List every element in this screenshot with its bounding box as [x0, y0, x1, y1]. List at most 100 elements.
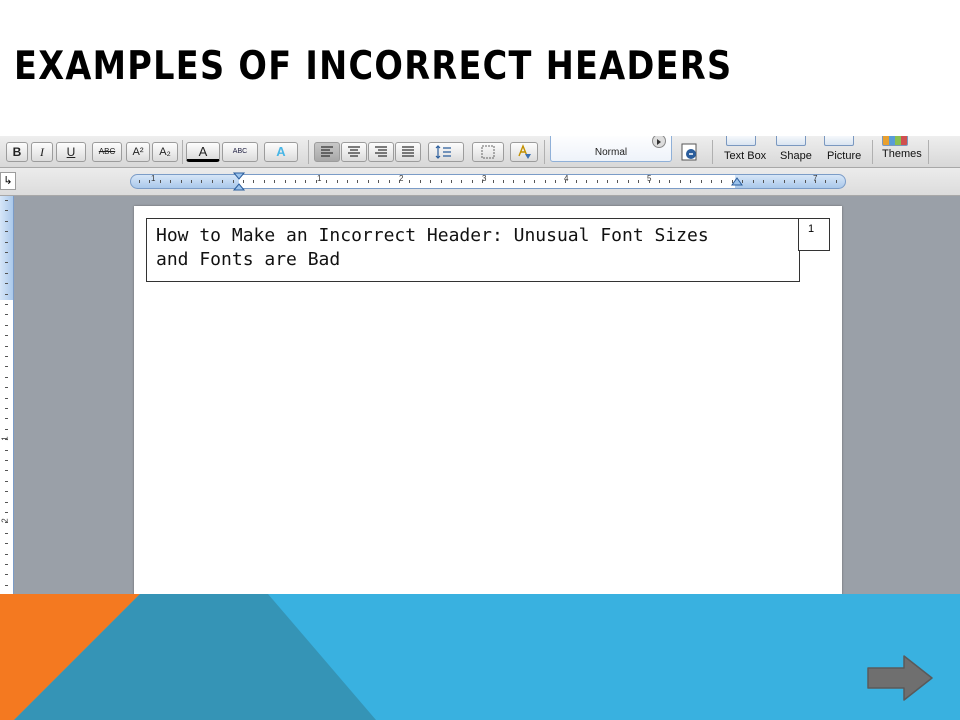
picture-button[interactable]: Picture	[827, 150, 861, 162]
ruler-tick	[149, 180, 151, 183]
styles-icon[interactable]	[680, 142, 700, 162]
next-slide-button[interactable]	[866, 654, 934, 702]
tab-selector[interactable]: ↳	[0, 172, 16, 190]
play-icon	[657, 139, 661, 145]
ruler-tick	[669, 180, 671, 183]
text-box-icon[interactable]	[726, 136, 756, 146]
ruler-tick	[284, 180, 286, 183]
themes-icon[interactable]	[882, 136, 908, 146]
align-center-button[interactable]	[341, 142, 367, 162]
styles-pane-button[interactable]	[510, 142, 538, 162]
vertical-ruler-tick	[5, 293, 8, 295]
ruler-tick	[638, 180, 640, 183]
vertical-ruler-text-area	[0, 300, 13, 594]
style-name-label: Normal	[594, 147, 628, 158]
shape-button[interactable]: Shape	[780, 150, 812, 162]
ruler-text-area	[239, 175, 735, 188]
bold-button[interactable]: B	[6, 142, 28, 162]
toolbar-divider	[544, 140, 545, 164]
ruler-tick	[139, 180, 140, 183]
ruler-tick	[721, 180, 723, 183]
ruler-tick	[159, 180, 161, 183]
align-right-button[interactable]	[368, 142, 394, 162]
line-spacing-button[interactable]	[428, 142, 464, 162]
ruler-tick	[419, 180, 421, 183]
vertical-ruler-tick	[5, 252, 8, 253]
text-box-button[interactable]: Text Box	[724, 150, 766, 162]
ruler-tick	[409, 180, 411, 183]
toolbar-divider	[872, 140, 873, 164]
ruler-tick	[783, 180, 785, 183]
align-right-icon	[375, 146, 387, 157]
ruler-tick	[201, 180, 203, 183]
ruler-tick	[752, 180, 754, 183]
vertical-ruler-tick	[5, 408, 8, 409]
ruler-tick	[232, 180, 234, 183]
vertical-ruler-tick	[5, 564, 8, 565]
ruler-tick	[555, 180, 556, 183]
document-page[interactable]: How to Make an Incorrect Header: Unusual…	[134, 206, 842, 594]
gallery-scroll-button[interactable]	[652, 136, 666, 148]
ruler-tick	[627, 180, 629, 183]
justify-button[interactable]	[395, 142, 421, 162]
subscript-button[interactable]: A₂	[152, 142, 178, 162]
horizontal-ruler-row: ↳ 1 1 2 3 4 5 7	[0, 168, 960, 196]
ruler-tick	[253, 180, 255, 183]
ruler-tick	[399, 180, 400, 183]
align-center-icon	[348, 146, 360, 157]
align-left-button[interactable]	[314, 142, 340, 162]
vertical-ruler-tick	[5, 387, 8, 389]
ruler-tick	[648, 180, 650, 183]
page-number-box[interactable]: 1	[798, 218, 830, 251]
ruler-tick	[815, 180, 816, 183]
vertical-ruler[interactable]: 1 2 3	[0, 196, 14, 594]
ruler-tick	[295, 180, 296, 183]
vertical-ruler-tick	[5, 262, 8, 264]
font-color-button[interactable]: A	[186, 142, 220, 162]
ruler-tick	[617, 180, 619, 183]
ruler-tick	[700, 180, 702, 183]
ruler-tick	[659, 180, 660, 183]
ruler-tick	[440, 180, 442, 183]
align-left-icon	[321, 146, 333, 157]
ruler-tick	[794, 180, 796, 183]
vertical-ruler-tick	[5, 231, 8, 233]
vertical-ruler-tick	[5, 491, 8, 493]
ruler-tick	[367, 180, 369, 183]
vertical-ruler-tick	[5, 356, 8, 357]
toolbar-divider	[308, 140, 309, 164]
text-styles-icon	[518, 144, 531, 159]
word-window-screenshot: B I U ABC A² A₂ A ABC A Normal Text Box …	[0, 136, 960, 594]
ruler-tick	[742, 180, 744, 183]
vertical-ruler-tick	[5, 283, 8, 285]
themes-button[interactable]: Themes	[882, 148, 922, 160]
ruler-tick	[773, 180, 775, 183]
italic-button[interactable]: I	[31, 142, 53, 162]
ruler-tick	[274, 180, 276, 183]
header-text-box[interactable]: How to Make an Incorrect Header: Unusual…	[146, 218, 800, 282]
ruler-tick	[180, 180, 182, 183]
picture-icon[interactable]	[824, 136, 854, 146]
horizontal-ruler[interactable]: 1 1 2 3 4 5 7	[130, 172, 846, 191]
borders-button[interactable]	[472, 142, 504, 162]
ruler-tick	[607, 180, 608, 183]
ruler-tick	[825, 180, 827, 183]
text-effects-button[interactable]: A	[264, 142, 298, 162]
underline-button[interactable]: U	[56, 142, 86, 162]
ruler-tick	[679, 180, 681, 183]
strikethrough-button[interactable]: ABC	[92, 142, 122, 162]
ruler-tick	[357, 180, 359, 183]
shape-icon[interactable]	[776, 136, 806, 146]
vertical-ruler-tick	[5, 397, 8, 399]
ruler-tick	[191, 180, 192, 183]
ruler-tick	[534, 180, 536, 183]
superscript-button[interactable]: A²	[126, 142, 150, 162]
ruler-tick	[451, 180, 452, 183]
ruler-tick	[835, 180, 837, 183]
vertical-ruler-tick	[5, 376, 8, 378]
ruler-tick	[690, 180, 692, 183]
line-spacing-icon	[435, 145, 451, 159]
highlight-button[interactable]: ABC	[222, 142, 258, 162]
ruler-tick	[388, 180, 390, 183]
right-indent-marker-icon[interactable]	[731, 177, 743, 187]
